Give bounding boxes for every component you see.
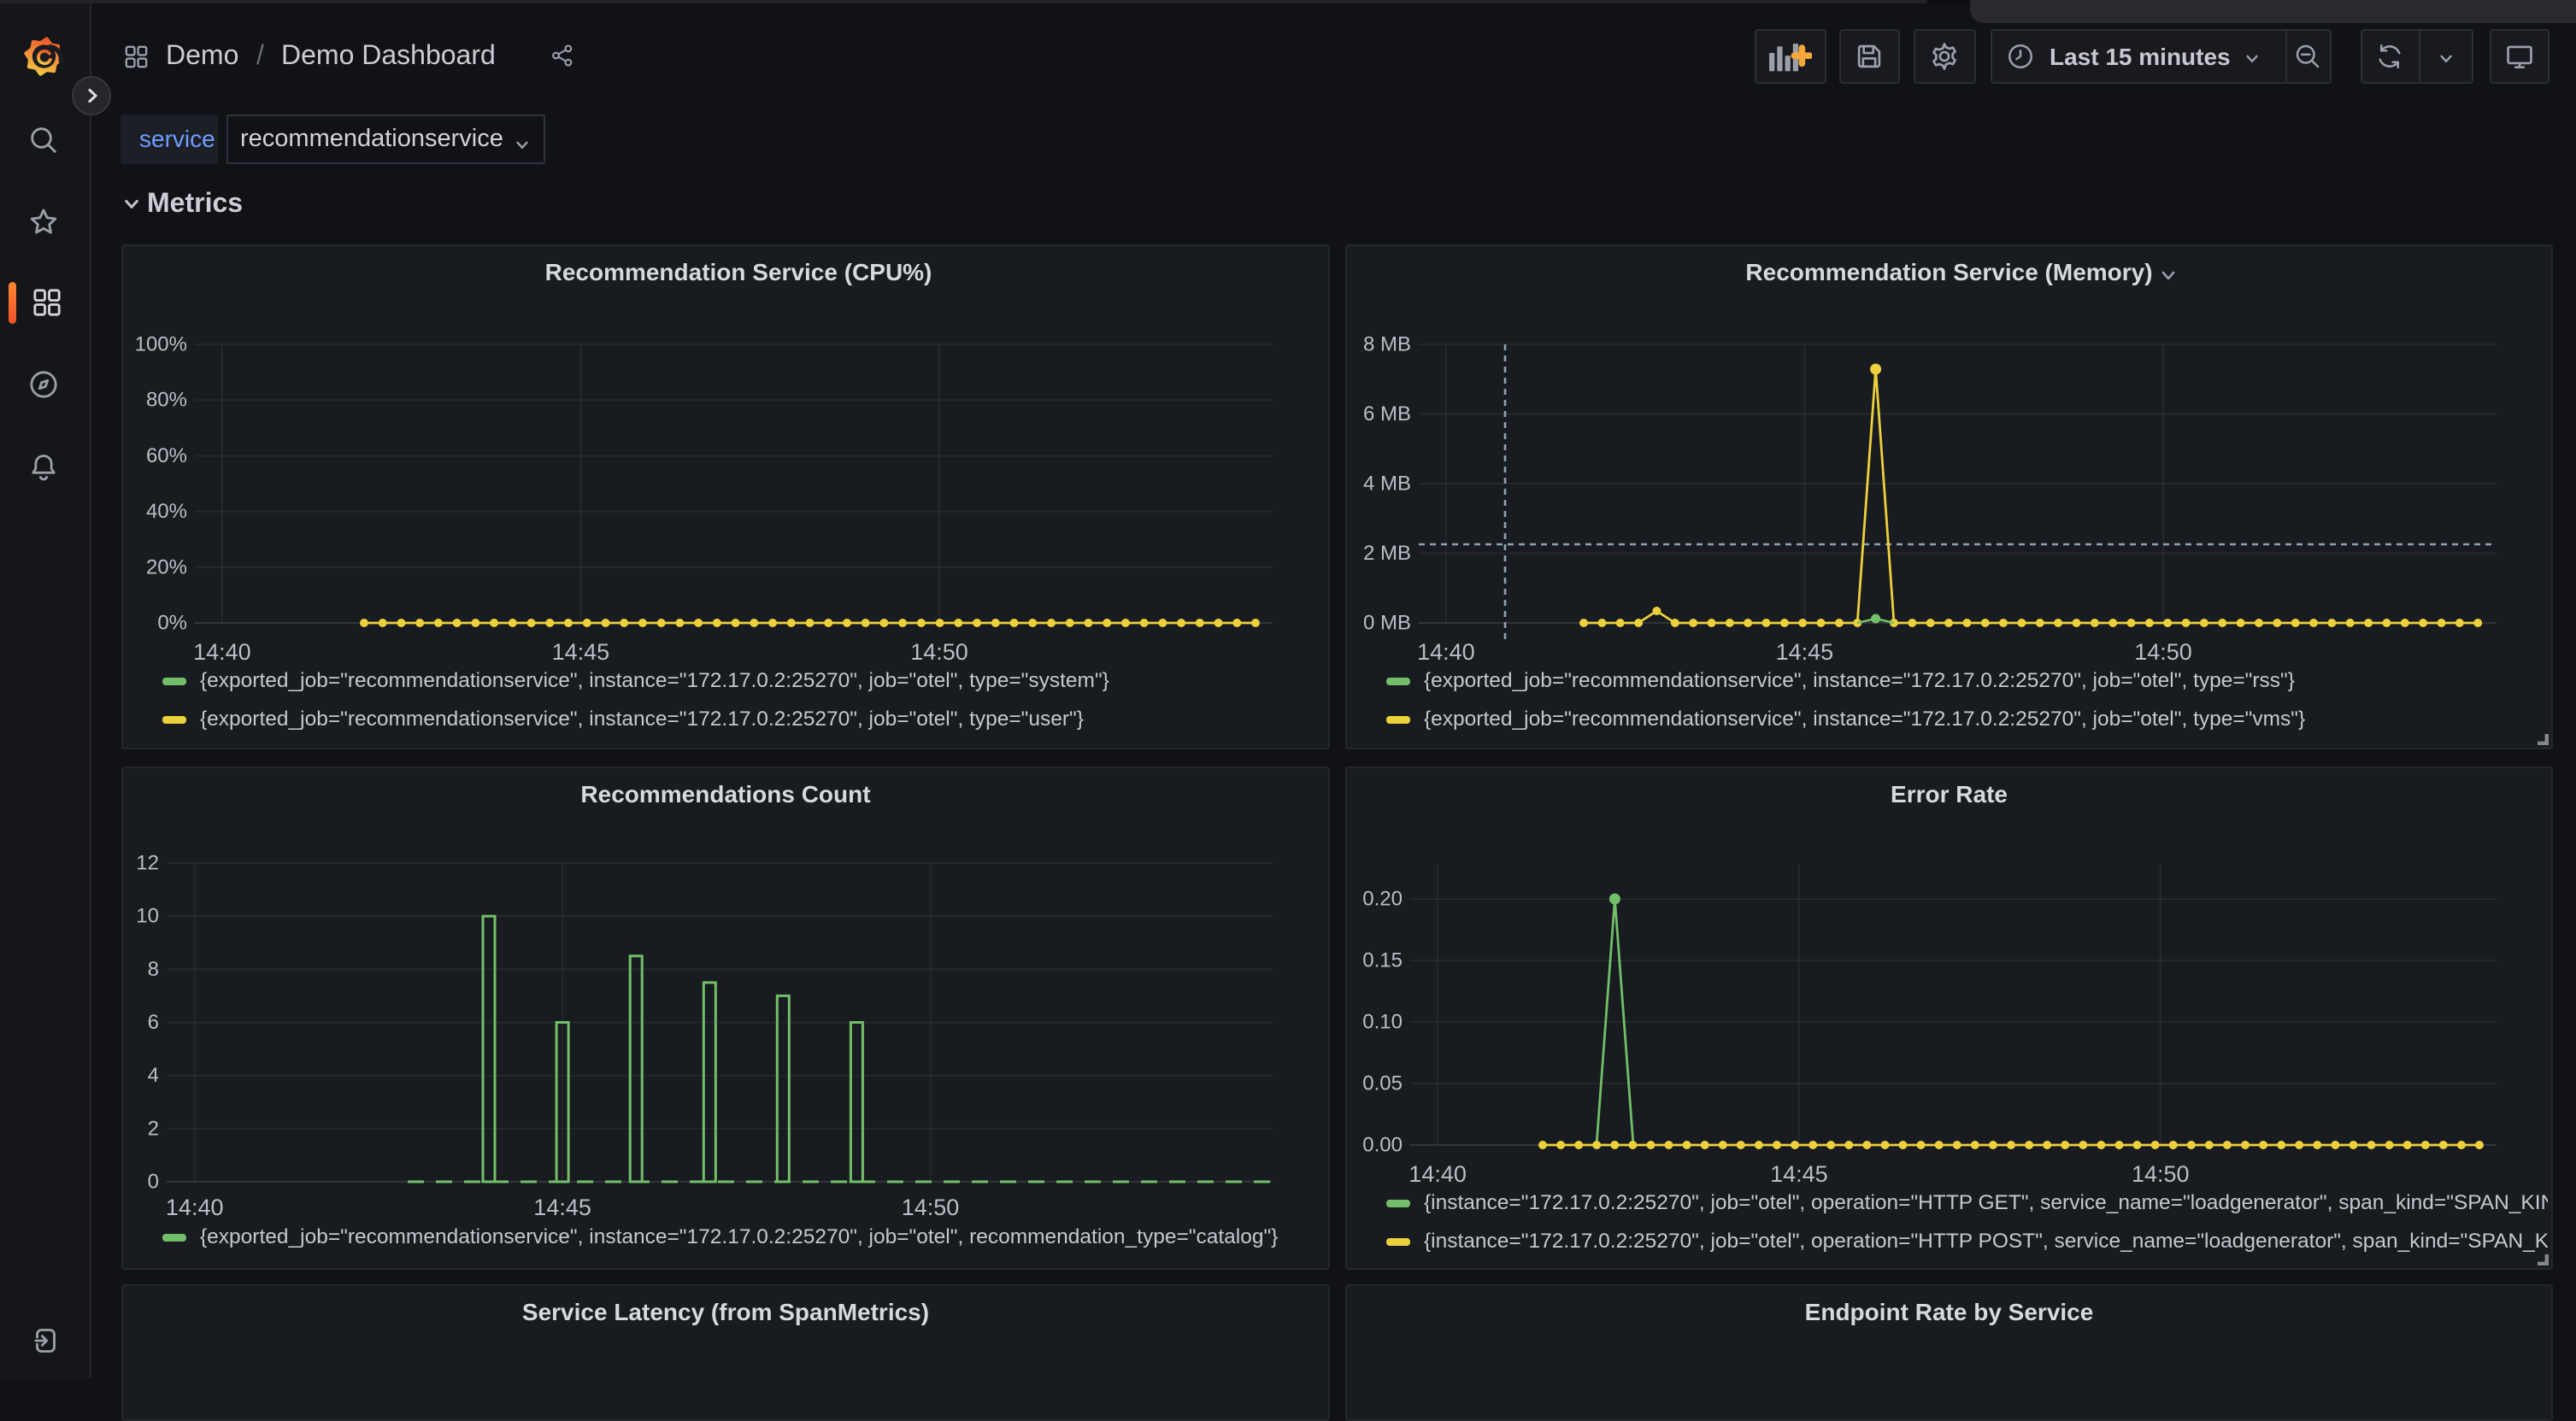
svg-text:14:50: 14:50 (902, 1195, 960, 1220)
svg-text:8: 8 (148, 958, 159, 981)
svg-text:2: 2 (148, 1117, 159, 1140)
svg-text:100%: 100% (135, 333, 187, 356)
svg-text:14:40: 14:40 (1417, 639, 1475, 665)
svg-text:10: 10 (136, 905, 159, 928)
svg-text:14:40: 14:40 (193, 639, 251, 665)
svg-text:0 MB: 0 MB (1363, 612, 1411, 635)
svg-text:14:50: 14:50 (2134, 639, 2192, 665)
svg-text:0%: 0% (157, 612, 187, 635)
svg-text:60%: 60% (146, 444, 187, 467)
svg-text:0: 0 (148, 1171, 159, 1194)
svg-text:0.05: 0.05 (1362, 1072, 1403, 1095)
svg-text:4: 4 (148, 1064, 159, 1087)
svg-text:80%: 80% (146, 389, 187, 412)
svg-text:0.10: 0.10 (1362, 1011, 1403, 1034)
svg-text:8 MB: 8 MB (1363, 333, 1411, 356)
svg-text:14:40: 14:40 (166, 1195, 224, 1220)
svg-text:40%: 40% (146, 500, 187, 523)
svg-text:6 MB: 6 MB (1363, 402, 1411, 426)
svg-text:14:45: 14:45 (1770, 1161, 1828, 1187)
svg-text:0.00: 0.00 (1362, 1134, 1403, 1157)
svg-text:4 MB: 4 MB (1363, 473, 1411, 496)
svg-text:12: 12 (136, 852, 159, 875)
svg-text:0.15: 0.15 (1362, 949, 1403, 972)
svg-text:14:45: 14:45 (533, 1195, 591, 1220)
svg-text:14:50: 14:50 (910, 639, 968, 665)
svg-text:0.20: 0.20 (1362, 888, 1403, 911)
svg-text:14:40: 14:40 (1409, 1161, 1467, 1187)
svg-text:14:50: 14:50 (2132, 1161, 2190, 1187)
svg-text:14:45: 14:45 (552, 639, 610, 665)
svg-text:2 MB: 2 MB (1363, 542, 1411, 565)
svg-text:6: 6 (148, 1011, 159, 1034)
svg-text:14:45: 14:45 (1776, 639, 1834, 665)
svg-text:20%: 20% (146, 555, 187, 578)
